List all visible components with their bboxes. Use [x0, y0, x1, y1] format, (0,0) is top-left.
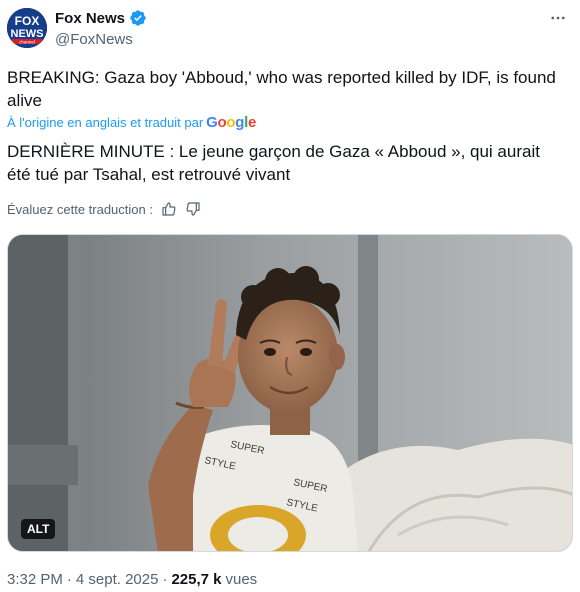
svg-text:channel: channel: [19, 40, 35, 45]
thumbs-down-icon: [186, 202, 200, 216]
meta-separator: ·: [66, 571, 72, 588]
thumbs-down-button[interactable]: [185, 201, 201, 217]
author-handle[interactable]: @FoxNews: [55, 31, 133, 48]
translation-credit-link[interactable]: À l'origine en anglais et traduit par Go…: [7, 114, 256, 131]
more-options-icon: [549, 9, 567, 32]
tweet-media-image[interactable]: SUPER STYLE SUPER STYLE ALT: [7, 234, 573, 552]
tweet-meta: 3:32 PM · 4 sept. 2025 · 225,7 k vues: [7, 571, 257, 588]
alt-text-badge[interactable]: ALT: [21, 519, 56, 539]
rate-translation-label: Évaluez cette traduction :: [7, 201, 153, 217]
tweet-text: BREAKING: Gaza boy 'Abboud,' who was rep…: [7, 68, 556, 110]
translated-text: DERNIÈRE MINUTE : Le jeune garçon de Gaz…: [7, 142, 540, 184]
author-display-name[interactable]: Fox News: [55, 10, 125, 27]
tweet-card: FOX NEWS channel Fox News @FoxNews BREAK…: [0, 0, 580, 592]
views-label: vues: [225, 571, 258, 588]
svg-text:FOX: FOX: [15, 14, 40, 28]
author-name-row: Fox News: [55, 9, 147, 27]
more-options-button[interactable]: [544, 6, 572, 34]
google-logo: Google: [206, 114, 257, 131]
thumbs-up-icon: [162, 202, 176, 216]
translation-credit-text: À l'origine en anglais et traduit par: [7, 115, 204, 130]
meta-separator: ·: [162, 571, 168, 588]
author-avatar[interactable]: FOX NEWS channel: [7, 8, 47, 48]
svg-text:NEWS: NEWS: [11, 28, 44, 40]
tweet-time[interactable]: 3:32 PM: [7, 571, 63, 588]
views-count: 225,7 k: [171, 571, 222, 588]
verified-badge-icon: [129, 9, 147, 27]
rate-translation-row: Évaluez cette traduction :: [7, 201, 201, 217]
tweet-date[interactable]: 4 sept. 2025: [76, 571, 159, 588]
thumbs-up-button[interactable]: [161, 201, 177, 217]
